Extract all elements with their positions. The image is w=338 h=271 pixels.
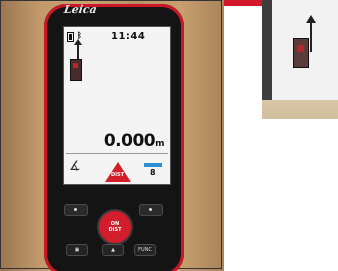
clock-time: 11:44 [111,31,146,42]
softkey-bar: ∡ DIST 8 [65,157,169,183]
func-button[interactable]: FUNC [134,244,156,256]
left-softkey-button[interactable] [64,204,88,216]
battery-icon [67,32,74,42]
measure-angle-icon[interactable]: ∡ [69,159,95,181]
distance-value: 0.000 [103,131,156,151]
on-dist-button[interactable]: ON DIST [97,209,133,245]
level-mode-number: 8 [150,168,156,177]
thumbnail-device-icon [293,38,309,68]
distance-unit: m [155,139,164,149]
dist-label: DIST [108,227,122,233]
thumbnail-arrow-line [310,22,312,52]
status-bar: ᛒ 11:44 [67,31,167,43]
distance-reading: 0.000m [103,131,165,151]
screen-divider [66,153,168,154]
thumbnail-closeup [262,0,338,119]
brand-logo: Leica [63,3,98,16]
right-softkey-button[interactable] [139,204,163,216]
main-photo: Leica ᛒ 11:44 0.000m ∡ DIST 8 ON DIST ▣ … [0,0,224,271]
plus-button[interactable]: ▲ [102,244,124,256]
thumbnail-bezel [262,0,272,100]
device-orientation-icon [70,59,82,81]
distance-mode-label: DIST [111,172,125,178]
camera-button[interactable]: ▣ [66,244,88,256]
device-screen: ᛒ 11:44 0.000m ∡ DIST 8 [63,26,171,185]
level-mode-button[interactable]: 8 [141,159,167,181]
level-icon [144,163,162,167]
distance-mode-button[interactable]: DIST [101,159,135,182]
